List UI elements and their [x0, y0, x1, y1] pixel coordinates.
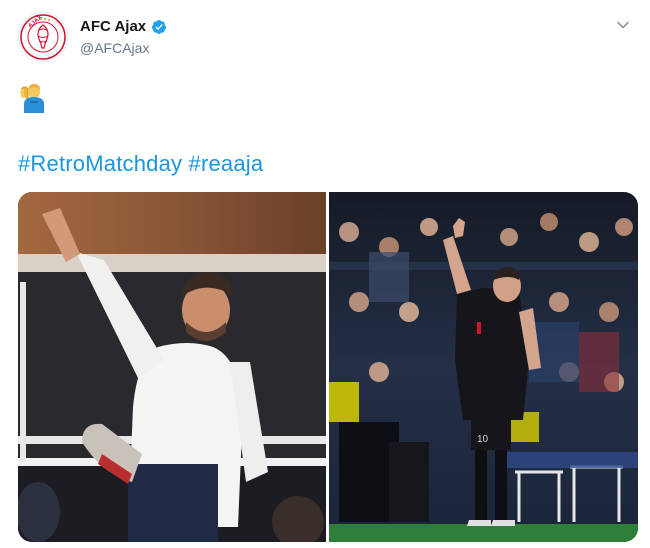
person-raising-hand-emoji [18, 81, 46, 113]
display-name[interactable]: AFC Ajax [80, 17, 146, 37]
shirt-number: 10 [477, 434, 489, 445]
tweet-card: AJAX AFC Ajax @AFCAjax #RetroMatchday #r… [0, 0, 650, 548]
tweet-text: #RetroMatchday #reaaja [18, 150, 263, 178]
photo-player-celebrating[interactable]: 10 [329, 192, 638, 542]
profile-avatar[interactable]: AJAX [18, 12, 68, 62]
hashtag-reaaja[interactable]: #reaaja [189, 151, 264, 176]
author-block: AFC Ajax @AFCAjax [80, 17, 167, 58]
ajax-crest-icon: AJAX [20, 14, 66, 60]
verified-badge-icon [151, 19, 167, 35]
media-grid: 10 [18, 192, 638, 542]
chevron-down-icon [617, 21, 629, 29]
tweet-menu-button[interactable] [612, 14, 634, 36]
photo-spectator-saluting[interactable] [18, 192, 326, 542]
display-name-row: AFC Ajax [80, 17, 167, 37]
hashtag-retromatchday[interactable]: #RetroMatchday [18, 151, 182, 176]
user-handle[interactable]: @AFCAjax [80, 38, 167, 58]
